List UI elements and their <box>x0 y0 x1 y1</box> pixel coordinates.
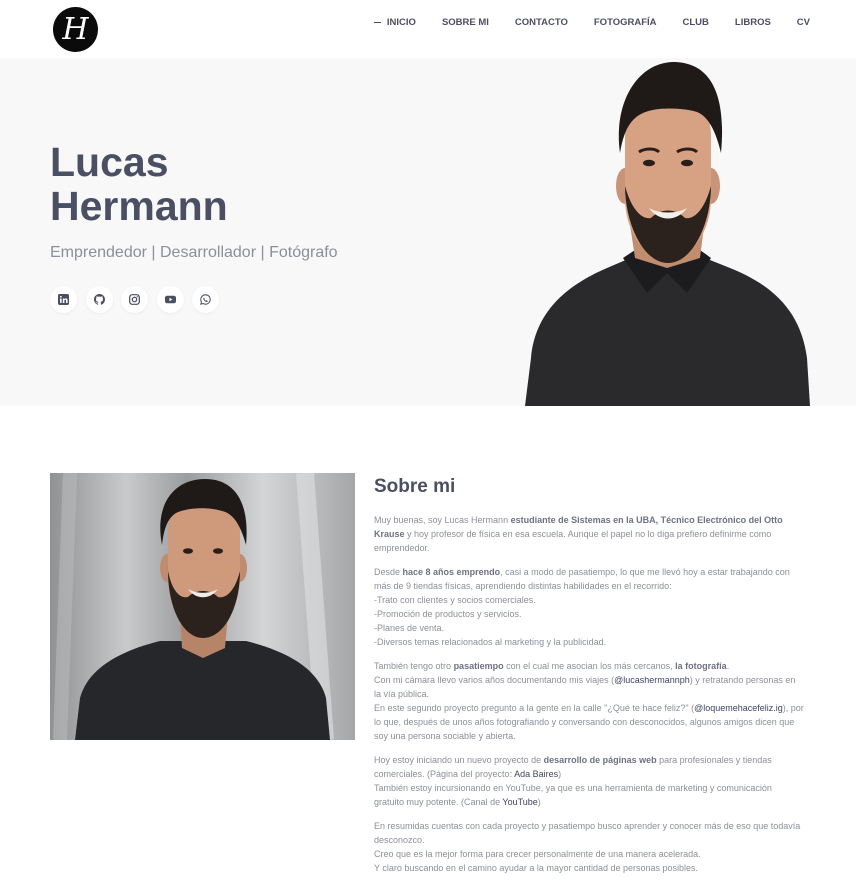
social-links <box>50 286 228 313</box>
hero-name: Lucas Hermann <box>50 140 228 228</box>
text: con el cual me asocian los más cercanos, <box>503 661 676 671</box>
text: y hoy profesor de física en esa escuela.… <box>374 529 772 553</box>
text: En este segundo proyecto pregunto a la g… <box>374 703 695 713</box>
github-icon <box>93 294 105 305</box>
instagram-link[interactable] <box>121 286 148 313</box>
about-paragraph-4: Hoy estoy iniciando un nuevo proyecto de… <box>374 753 804 809</box>
about-paragraph-2: Desde hace 8 años emprendo, casi a modo … <box>374 565 804 649</box>
about-title: Sobre mi <box>374 476 456 497</box>
highlight: pasatiempo <box>453 661 504 671</box>
ada-baires-link[interactable]: Ada Baires <box>514 769 558 779</box>
text: Muy buenas, soy Lucas Hermann <box>374 515 511 525</box>
text: ) <box>558 769 562 779</box>
nav-item-sobre-mi[interactable]: SOBRE MI <box>442 17 489 28</box>
about-section: Sobre mi Muy buenas, soy Lucas Hermann e… <box>374 476 804 885</box>
youtube-link[interactable] <box>156 286 184 313</box>
main-menu: INICIO SOBRE MI CONTACTO FOTOGRAFÍA CLUB… <box>348 17 810 28</box>
list-item: -Trato con clientes y socios comerciales… <box>374 595 536 605</box>
youtube-icon <box>164 295 176 304</box>
highlight: desarrollo de páginas web <box>543 755 657 765</box>
text: Hoy estoy iniciando un nuevo proyecto de <box>374 755 544 765</box>
text: También tengo otro <box>374 661 454 671</box>
about-paragraph-5: En resumidas cuentas con cada proyecto y… <box>374 819 804 875</box>
nav-item-cv[interactable]: CV <box>797 17 810 28</box>
instagram-icon <box>129 294 140 305</box>
whatsapp-icon <box>200 294 211 305</box>
instagram-feliz-link[interactable]: @loquemehacefeliz.ig <box>694 703 783 713</box>
list-item: -Promoción de productos y servicios. <box>374 609 522 619</box>
hero-last-name: Hermann <box>50 183 228 229</box>
linkedin-icon <box>58 294 69 305</box>
logo-letter: H <box>62 11 89 47</box>
nav-item-contacto[interactable]: CONTACTO <box>515 17 568 28</box>
text: También estoy incursionando en YouTube, … <box>374 783 772 807</box>
text: Y claro buscando en el camino ayudar a l… <box>374 863 699 873</box>
text: En resumidas cuentas con cada proyecto y… <box>374 821 801 845</box>
hero-portrait-photo <box>525 58 810 406</box>
about-paragraph-3: También tengo otro pasatiempo con el cua… <box>374 659 804 743</box>
list-item: -Diversos temas relacionados al marketin… <box>374 637 607 647</box>
text: Desde <box>374 567 403 577</box>
highlight: hace 8 años emprendo <box>402 567 501 577</box>
logo[interactable]: H <box>53 7 98 52</box>
about-paragraph-1: Muy buenas, soy Lucas Hermann estudiante… <box>374 513 804 555</box>
hero-subtitle: Emprendedor | Desarrollador | Fotógrafo <box>50 244 338 261</box>
nav-item-inicio[interactable]: INICIO <box>374 17 416 28</box>
linkedin-link[interactable] <box>50 286 77 313</box>
youtube-channel-link[interactable]: YouTube <box>502 797 537 807</box>
whatsapp-link[interactable] <box>192 286 219 313</box>
hero-portrait <box>525 62 810 406</box>
about-portrait-photo <box>50 473 355 740</box>
nav-item-libros[interactable]: LIBROS <box>735 17 771 28</box>
text: ) <box>537 797 541 807</box>
nav-item-club[interactable]: CLUB <box>683 17 709 28</box>
text: Creo que es la mejor forma para crecer p… <box>374 849 701 859</box>
highlight: la fotografía <box>675 661 727 671</box>
nav-item-fotografia[interactable]: FOTOGRAFÍA <box>594 17 657 28</box>
hero-first-name: Lucas <box>50 139 169 185</box>
about-portrait <box>50 473 355 740</box>
list-item: -Planes de venta. <box>374 623 445 633</box>
text: Con mi cámara llevo varios años document… <box>374 675 615 685</box>
text: . <box>726 661 730 671</box>
instagram-photo-link[interactable]: @lucashermannph <box>614 675 690 685</box>
github-link[interactable] <box>85 286 113 313</box>
top-nav: H INICIO SOBRE MI CONTACTO FOTOGRAFÍA CL… <box>0 0 856 58</box>
hero-section: Lucas Hermann Emprendedor | Desarrollado… <box>0 58 856 406</box>
